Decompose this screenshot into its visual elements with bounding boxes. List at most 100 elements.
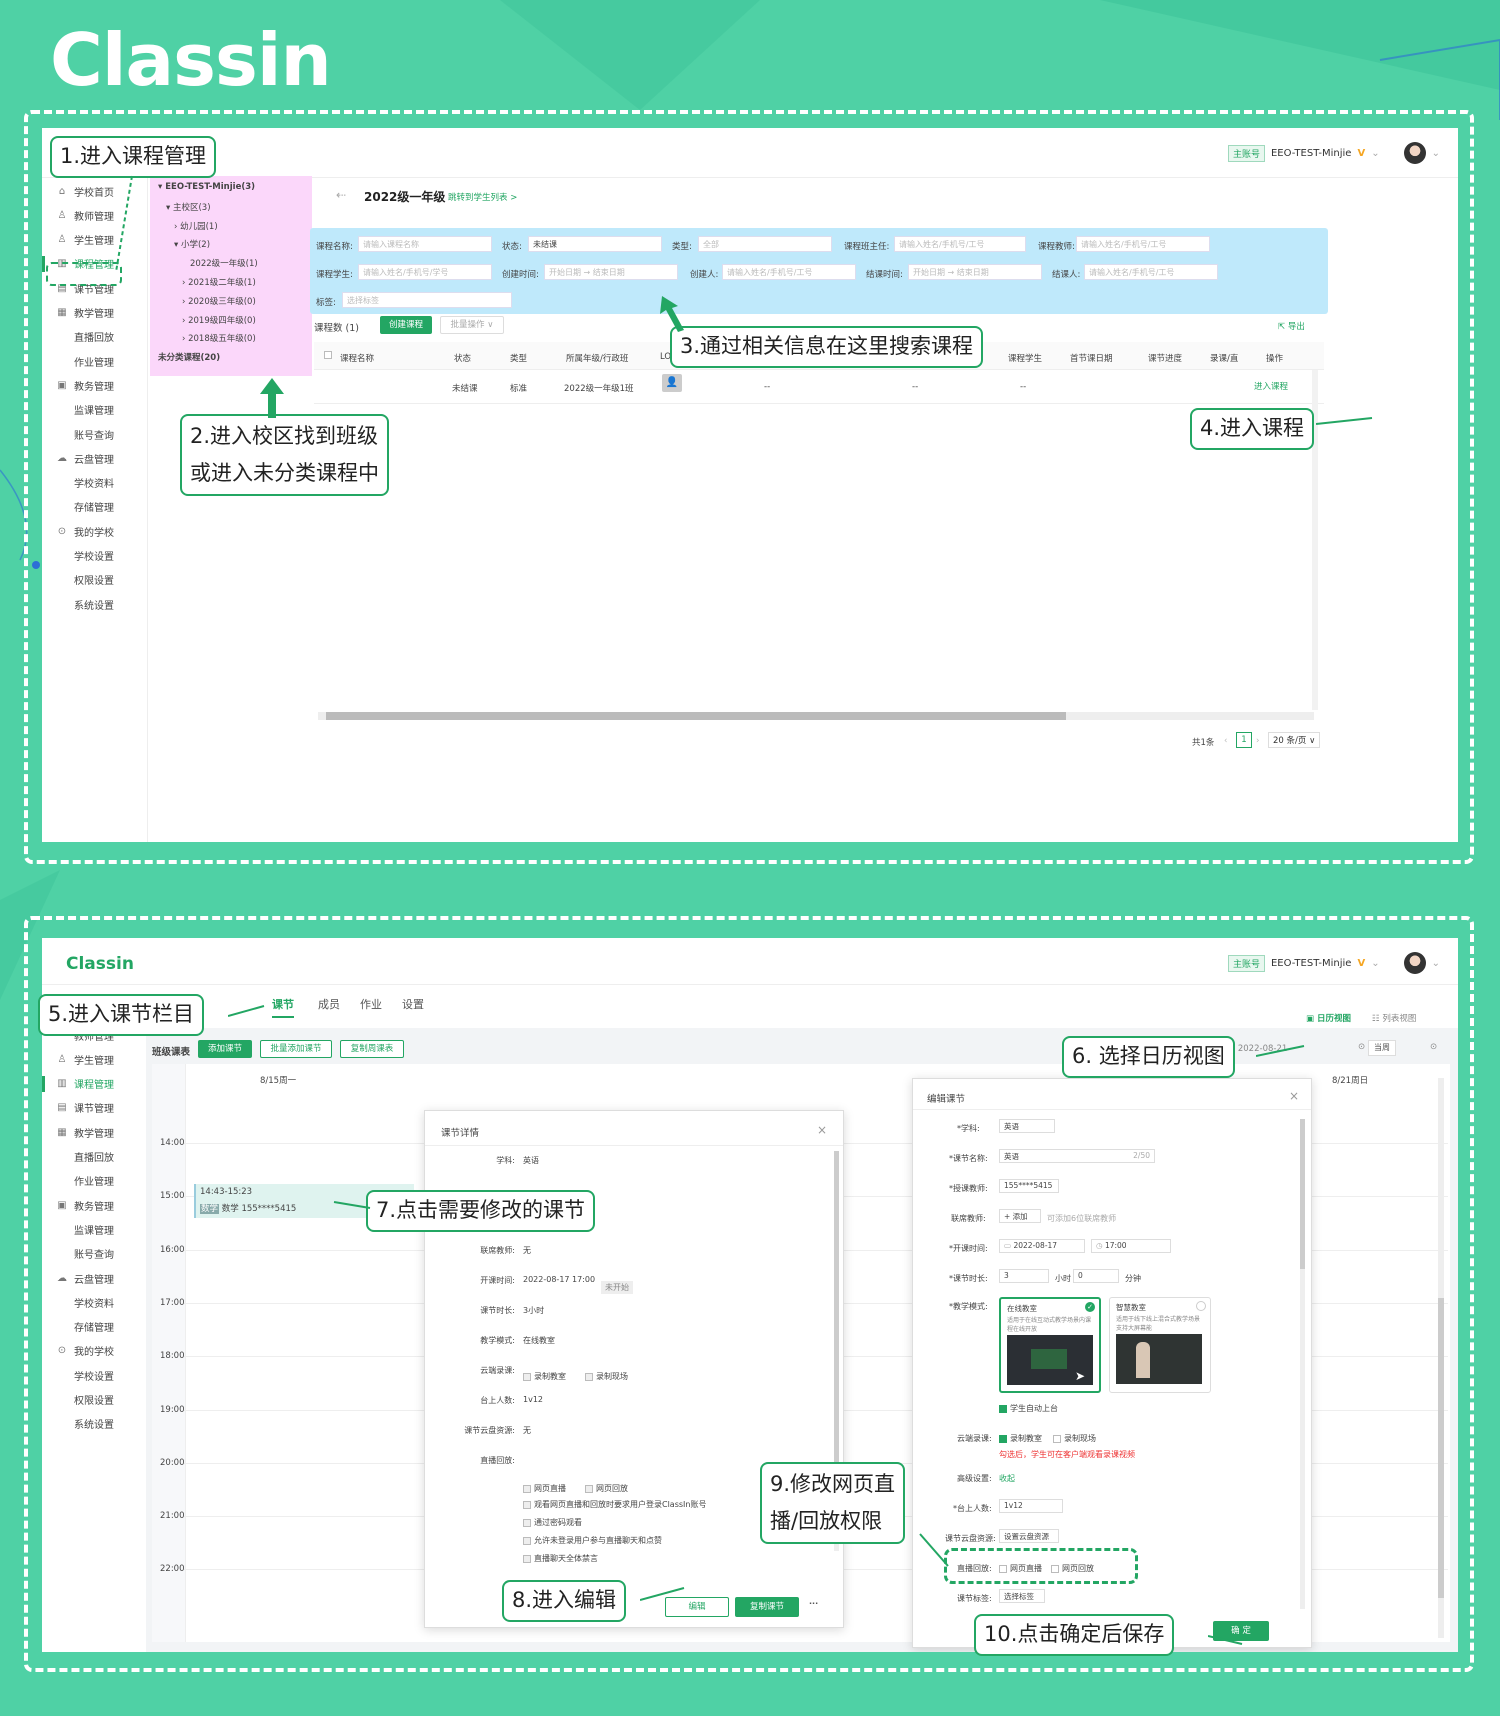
enter-course-link[interactable]: 进入课程 [1254, 380, 1288, 392]
horizontal-scrollbar[interactable] [318, 712, 1314, 720]
teacher-input[interactable]: 请输入姓名/手机号/工号 [1076, 236, 1210, 252]
sidebar-item[interactable]: 作业管理 [42, 1170, 148, 1192]
caret-down-icon[interactable]: ▾ [174, 240, 181, 250]
type-select[interactable]: 全部 [698, 236, 832, 252]
tab-lessons[interactable]: 课节 [272, 996, 294, 1018]
cloud-resource-button[interactable]: 设置云盘资源 [999, 1529, 1059, 1543]
status-select[interactable]: 未结课 [528, 236, 662, 252]
add-co-teacher-button[interactable]: + 添加 [999, 1209, 1041, 1223]
subject-select[interactable]: 英语 [999, 1119, 1055, 1133]
sidebar-item[interactable]: ▦ 教学管理 [42, 1121, 148, 1143]
sidebar-item[interactable]: 监课管理 [42, 399, 148, 421]
collapse-link[interactable]: 收起 [999, 1473, 1015, 1484]
sidebar-item[interactable]: 账号查询 [42, 1243, 148, 1265]
tree-node[interactable]: › 2018级五年级(0) [182, 332, 256, 344]
sidebar-item[interactable]: 学校资料 [42, 1291, 148, 1313]
sidebar-item[interactable]: 系统设置 [42, 593, 148, 615]
avatar[interactable] [1403, 142, 1426, 164]
sidebar-item[interactable]: 权限设置 [42, 569, 148, 591]
mode-online-card[interactable]: 在线教室 ✓ 适用于在线互动式教学场景内课程在线开放 ➤ [999, 1297, 1101, 1393]
avatar[interactable] [1403, 952, 1426, 974]
page-number[interactable]: 1 [1236, 732, 1252, 748]
sidebar-item[interactable]: 存储管理 [42, 496, 148, 518]
teacher-select[interactable]: 155****5415 [999, 1179, 1059, 1193]
calendar-scrollbar[interactable] [1438, 1078, 1444, 1638]
page-size-select[interactable]: 20 条/页 ∨ [1268, 732, 1320, 748]
tree-node[interactable]: 2022级一年级(1) [190, 257, 258, 269]
export-link[interactable]: ⇱ 导出 [1278, 320, 1305, 332]
duration-hours-select[interactable]: 3 [999, 1269, 1049, 1283]
tab-homework[interactable]: 作业 [360, 996, 382, 1012]
sidebar-item[interactable]: 直播回放 [42, 326, 148, 348]
tree-node[interactable]: › 2020级三年级(0) [182, 295, 256, 307]
creator-input[interactable]: 请输入姓名/手机号/工号 [722, 264, 856, 280]
select-all-checkbox[interactable] [324, 351, 332, 359]
prev-page-icon[interactable]: ‹ [1224, 736, 1227, 746]
batch-action-button[interactable]: 批量操作 ∨ [440, 316, 504, 334]
tree-node[interactable]: ▾ 主校区(3) [166, 201, 211, 213]
chevron-down-icon[interactable]: ⌄ [1432, 958, 1440, 969]
sidebar-item[interactable]: 作业管理 [42, 350, 148, 372]
duration-minutes-select[interactable]: 0 [1073, 1269, 1119, 1283]
chevron-down-icon[interactable]: ⌄ [1371, 958, 1379, 969]
caret-down-icon[interactable]: ▾ [166, 203, 173, 213]
tree-node[interactable]: › 幼儿园(1) [174, 220, 218, 232]
sidebar-item[interactable]: ⊙ 我的学校 [42, 1340, 148, 1362]
today-button[interactable]: 当周 [1368, 1040, 1396, 1056]
tab-members[interactable]: 成员 [318, 996, 340, 1012]
sidebar-item[interactable]: ♙ 学生管理 [42, 1048, 148, 1070]
mode-smart-card[interactable]: 智慧教室 适用于线下线上混合式教学场景支持大屏幕能 [1109, 1297, 1211, 1393]
student-input[interactable]: 请输入姓名/手机号/学号 [358, 264, 492, 280]
copy-lesson-button[interactable]: 复制课节 [735, 1597, 799, 1617]
head-teacher-input[interactable]: 请输入姓名/手机号/工号 [894, 236, 1026, 252]
chevron-down-icon[interactable]: ⌄ [1432, 148, 1440, 159]
record-classroom-checkbox[interactable]: 录制教室 [999, 1433, 1042, 1444]
sidebar-item[interactable]: 账号查询 [42, 423, 148, 445]
sidebar-item[interactable]: 学校资料 [42, 472, 148, 494]
account-name[interactable]: EEO-TEST-Minjie [1271, 148, 1352, 159]
created-date-range[interactable]: 开始日期 → 结束日期 [544, 264, 678, 280]
copy-week-button[interactable]: 复制周课表 [340, 1040, 404, 1058]
close-icon[interactable]: × [817, 1123, 827, 1137]
next-page-icon[interactable]: › [1256, 736, 1259, 746]
closed-date-range[interactable]: 开始日期 → 结束日期 [908, 264, 1042, 280]
sidebar-item[interactable]: ▣ 教务管理 [42, 1194, 148, 1216]
tree-node[interactable]: ▾ EEO-TEST-Minjie(3) [158, 182, 255, 192]
record-scene-checkbox[interactable]: 录制现场 [1053, 1433, 1096, 1444]
time-input[interactable]: ◷ 17:00 [1091, 1239, 1171, 1253]
account-name[interactable]: EEO-TEST-Minjie [1271, 958, 1352, 969]
batch-add-lesson-button[interactable]: 批量添加课节 [260, 1040, 332, 1058]
sidebar-item[interactable]: 系统设置 [42, 1413, 148, 1435]
sidebar-item[interactable]: ▤ 课节管理 [42, 1097, 148, 1119]
closer-input[interactable]: 请输入姓名/手机号/工号 [1084, 264, 1218, 280]
sidebar-item[interactable]: 直播回放 [42, 1146, 148, 1168]
lesson-name-input[interactable]: 英语 2/50 [999, 1149, 1155, 1163]
sidebar-item[interactable]: ⊙ 我的学校 [42, 520, 148, 542]
stage-count-select[interactable]: 1v12 [999, 1499, 1063, 1513]
calendar-view-tab[interactable]: ▣ 日历视图 [1306, 1012, 1351, 1024]
tab-settings[interactable]: 设置 [402, 996, 424, 1012]
create-course-button[interactable]: 创建课程 [380, 316, 432, 334]
course-name-input[interactable]: 请输入课程名称 [358, 236, 492, 252]
chevron-down-icon[interactable]: ⌄ [1371, 148, 1379, 159]
sidebar-item[interactable]: ▣ 教务管理 [42, 374, 148, 396]
auto-stage-checkbox[interactable]: 学生自动上台 [999, 1403, 1058, 1414]
tag-select[interactable]: 选择标签 [342, 292, 512, 308]
tree-node[interactable]: › 2019级四年级(0) [182, 314, 256, 326]
sidebar-item[interactable]: ☁ 云盘管理 [42, 447, 148, 469]
tree-node[interactable]: ▾ 小学(2) [174, 238, 210, 250]
sidebar-item[interactable]: ▦ 教学管理 [42, 302, 148, 324]
sidebar-item[interactable]: 监课管理 [42, 1218, 148, 1240]
next-week-icon[interactable]: ⊙ [1430, 1042, 1437, 1052]
list-view-tab[interactable]: ☷ 列表视图 [1372, 1012, 1416, 1024]
more-icon[interactable]: ··· [809, 1599, 818, 1608]
prev-week-icon[interactable]: ⊙ [1358, 1042, 1365, 1052]
jump-to-students-link[interactable]: 跳转到学生列表 > [448, 191, 517, 203]
date-input[interactable]: ▭ 2022-08-17 [999, 1239, 1085, 1253]
close-icon[interactable]: × [1289, 1089, 1299, 1103]
sidebar-item[interactable]: 学校设置 [42, 545, 148, 567]
sidebar-item[interactable]: ▥ 课程管理 [42, 1073, 148, 1095]
tree-node[interactable]: › 2021级二年级(1) [182, 276, 256, 288]
sidebar-item[interactable]: 存储管理 [42, 1316, 148, 1338]
sidebar-item[interactable]: 学校设置 [42, 1364, 148, 1386]
